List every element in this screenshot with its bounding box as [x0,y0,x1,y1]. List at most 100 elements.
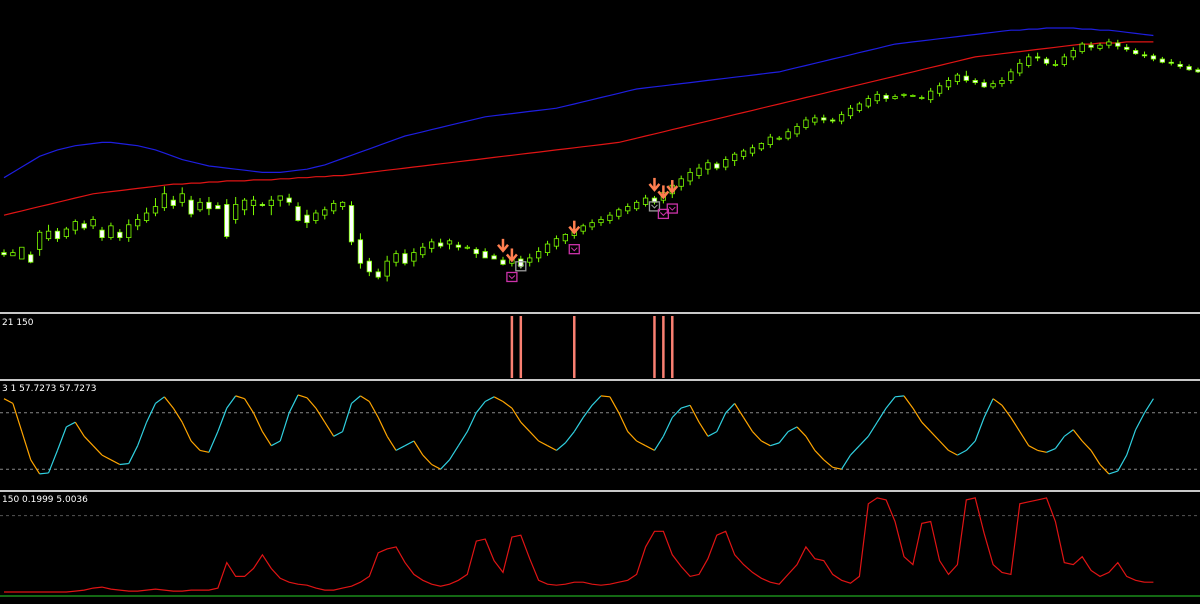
candle-body [616,209,622,217]
signal-marker-check [570,247,578,252]
candle-body [883,95,889,100]
oscillator-segment [440,459,450,470]
candle-body [331,202,337,212]
oscillator-segment [529,431,540,442]
oscillator-segment [600,395,610,398]
oscillator-segment [1028,445,1038,451]
oscillator-segment [992,398,1003,406]
oscillator-segment [101,454,112,461]
candle-body [1,252,7,256]
candle-body [250,199,257,206]
candle-body [776,137,782,140]
candle-body [286,197,292,203]
candle-body [277,195,283,201]
oscillator-pane-label: 3 1 57.7273 57.7273 [2,384,97,394]
oscillator-segment [422,454,433,465]
oscillator-segment [333,431,343,437]
candle-body [803,119,809,128]
oscillator-segment [431,463,441,470]
candle-body [901,93,907,96]
candle-body [54,230,61,240]
oscillator-segment [1108,470,1118,475]
sell-arrow-icon [568,220,581,235]
candle-body [161,193,168,209]
candle-body [821,117,827,121]
oscillator-segment [564,431,575,444]
oscillator-segment [556,442,566,451]
oscillator-segment [342,403,353,432]
candle-body [10,252,16,257]
candle-body [28,254,34,263]
oscillator-segment [351,395,361,404]
candle-body [936,85,943,94]
oscillator-segment [591,395,602,406]
oscillator-segment [466,412,477,432]
oscillator-segment [867,421,878,437]
oscillator-segment [1037,449,1047,453]
oscillator-segment [725,402,736,414]
oscillator-segment [1126,429,1137,456]
oscillator-segment [573,417,584,432]
oscillator-segment [163,396,174,409]
oscillator-segment [582,404,593,418]
candle-body [1061,56,1067,65]
oscillator-segment [119,462,129,466]
oscillator-segment [796,426,807,437]
candle-body [446,240,453,245]
candle-body [339,201,346,207]
candle-body [241,199,248,211]
oscillator-segment [734,403,745,418]
candle-body [696,167,702,176]
candle-body [1195,69,1200,73]
oscillator-segment [1144,398,1154,414]
candle-body [874,93,880,102]
oscillator-segment [1117,454,1128,472]
oscillator-segment [235,395,245,400]
candle-body [1141,54,1148,57]
candle-body [954,74,961,82]
candle-body [856,103,863,111]
candle-body [259,204,266,206]
candle-body [865,98,871,107]
oscillator-segment [377,417,388,437]
candle-body [589,222,595,228]
candle-body [1124,46,1130,50]
candle-body [411,252,417,262]
oscillator-segment [716,412,727,432]
oscillator-segment [190,440,201,451]
candle-body [215,205,221,210]
oscillator-segment [858,435,869,447]
candle-body [518,258,524,267]
oscillator-segment [12,403,23,432]
oscillator-segment [449,445,459,461]
candle-body [1097,44,1103,49]
oscillator-segment [306,397,317,409]
signal-marker-check [668,206,676,211]
oscillator-segment [912,407,923,423]
oscillator-segment [128,445,139,464]
candle-body [224,204,230,237]
oscillator-segment [360,395,370,403]
candle-body [188,199,194,215]
oscillator-segment [948,449,958,456]
candle-body [170,199,176,206]
signal-marker [568,244,580,255]
oscillator-segment [226,395,237,409]
signal-marker-check [508,275,516,280]
oscillator-segment [1019,431,1030,447]
candle-body [1043,58,1050,64]
oscillator-segment [137,421,148,446]
candle-body [945,80,952,88]
candle-body [1132,50,1139,55]
oscillator-segment [965,440,976,451]
candle-body [233,204,239,220]
candle-body [625,206,631,212]
sell-arrow-icon [497,238,509,253]
candle-body [838,114,845,122]
candle-body [37,231,43,250]
candle-body [420,246,426,256]
candle-body [1186,66,1192,71]
oscillator-segment [805,435,816,451]
oscillator-segment [502,401,513,409]
candle-body [972,80,978,83]
